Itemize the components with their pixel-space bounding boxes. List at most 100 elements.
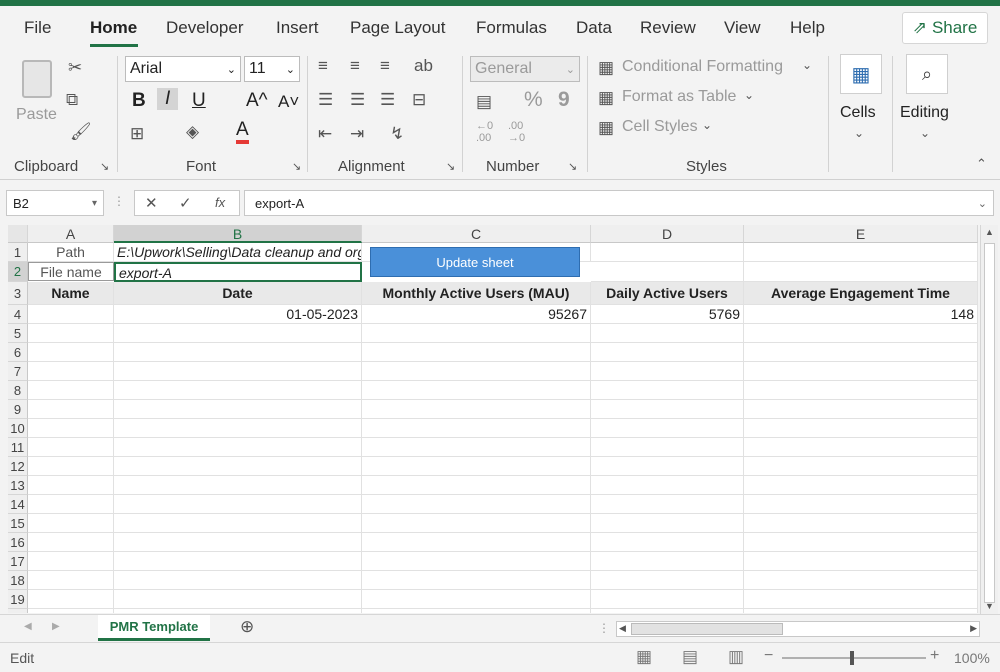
empty-cell[interactable] — [591, 457, 744, 476]
underline-button[interactable]: U — [192, 90, 206, 112]
empty-cell[interactable] — [114, 362, 362, 381]
scroll-thumb[interactable] — [984, 243, 995, 603]
font-launcher-icon[interactable]: ↘ — [292, 160, 301, 173]
empty-cell[interactable] — [362, 381, 591, 400]
row-header-1[interactable]: 1 — [8, 243, 28, 262]
empty-cell[interactable] — [744, 438, 978, 457]
row-header-10[interactable]: 10 — [8, 419, 28, 438]
clipboard-launcher-icon[interactable]: ↘ — [100, 160, 109, 173]
empty-cell[interactable] — [28, 419, 114, 438]
empty-cell[interactable] — [744, 590, 978, 609]
empty-cell[interactable] — [28, 609, 114, 613]
empty-cell[interactable] — [591, 362, 744, 381]
scroll-right-icon[interactable]: ▶ — [970, 623, 977, 634]
row-header-5[interactable]: 5 — [8, 324, 28, 343]
row-header-20[interactable]: 20 — [8, 609, 28, 613]
tab-formulas[interactable]: Formulas — [476, 18, 547, 38]
empty-cell[interactable] — [591, 438, 744, 457]
empty-cell[interactable] — [591, 262, 744, 282]
empty-cell[interactable] — [744, 495, 978, 514]
empty-cell[interactable] — [591, 514, 744, 533]
empty-cell[interactable] — [744, 362, 978, 381]
vertical-scrollbar[interactable]: ▲ ▼ — [980, 225, 998, 615]
empty-cell[interactable] — [362, 514, 591, 533]
tab-data[interactable]: Data — [576, 18, 612, 38]
header-mau[interactable]: Monthly Active Users (MAU) — [362, 282, 591, 305]
alignment-launcher-icon[interactable]: ↘ — [446, 160, 455, 173]
empty-cell[interactable] — [28, 571, 114, 590]
expand-formula-icon[interactable]: ⌄ — [978, 197, 987, 210]
empty-cell[interactable] — [744, 552, 978, 571]
empty-cell[interactable] — [28, 476, 114, 495]
horizontal-scrollbar[interactable]: ◀ ▶ — [616, 621, 980, 637]
font-name-select[interactable]: Arial ⌄ — [125, 56, 241, 82]
zoom-slider-thumb[interactable] — [850, 651, 854, 665]
empty-cell[interactable] — [28, 343, 114, 362]
header-date[interactable]: Date — [114, 282, 362, 305]
empty-cell[interactable] — [28, 305, 114, 324]
empty-cell[interactable] — [362, 362, 591, 381]
align-center-icon[interactable]: ☰ — [350, 90, 365, 110]
empty-cell[interactable] — [28, 514, 114, 533]
empty-cell[interactable] — [591, 495, 744, 514]
empty-cell[interactable] — [114, 381, 362, 400]
italic-button[interactable]: I — [157, 88, 179, 110]
row-header-4[interactable]: 4 — [8, 305, 28, 324]
zoom-slider[interactable] — [782, 651, 926, 665]
empty-cell[interactable] — [362, 609, 591, 613]
horizontal-scroll-thumb[interactable] — [631, 623, 783, 635]
page-layout-view-icon[interactable]: ▤ — [682, 647, 698, 667]
empty-cell[interactable] — [591, 571, 744, 590]
empty-cell[interactable] — [362, 324, 591, 343]
header-dau[interactable]: Daily Active Users — [591, 282, 744, 305]
column-header-b[interactable]: B — [114, 225, 362, 243]
scroll-left-icon[interactable]: ◀ — [619, 623, 626, 634]
borders-icon[interactable]: ⊞ — [130, 124, 144, 144]
empty-cell[interactable] — [362, 400, 591, 419]
row-header-6[interactable]: 6 — [8, 343, 28, 362]
cell-d4[interactable]: 5769 — [591, 305, 744, 324]
empty-cell[interactable] — [28, 552, 114, 571]
percent-button[interactable]: % — [524, 88, 543, 112]
font-size-select[interactable]: 11 ⌄ — [244, 56, 300, 82]
increase-decimal-button[interactable]: ←0 .00 — [476, 120, 493, 144]
cut-icon[interactable]: ✂ — [68, 58, 82, 78]
merge-center-icon[interactable]: ⊟ — [412, 90, 426, 110]
row-header-14[interactable]: 14 — [8, 495, 28, 514]
font-color-button[interactable]: A — [236, 120, 249, 144]
cell-c4[interactable]: 95267 — [362, 305, 591, 324]
number-launcher-icon[interactable]: ↘ — [568, 160, 577, 173]
align-right-icon[interactable]: ☰ — [380, 90, 395, 110]
tab-developer[interactable]: Developer — [166, 18, 244, 38]
empty-cell[interactable] — [114, 609, 362, 613]
empty-cell[interactable] — [362, 533, 591, 552]
cell-b4[interactable]: 01-05-2023 — [114, 305, 362, 324]
empty-cell[interactable] — [114, 476, 362, 495]
empty-cell[interactable] — [28, 381, 114, 400]
row-header-7[interactable]: 7 — [8, 362, 28, 381]
header-engagement[interactable]: Average Engagement Time — [744, 282, 978, 305]
empty-cell[interactable] — [744, 324, 978, 343]
empty-cell[interactable] — [744, 343, 978, 362]
tab-review[interactable]: Review — [640, 18, 696, 38]
decrease-indent-icon[interactable]: ⇤ — [318, 124, 332, 144]
empty-cell[interactable] — [28, 590, 114, 609]
cell-e4[interactable]: 148 — [744, 305, 978, 324]
prev-sheet-icon[interactable]: ◀ — [24, 621, 32, 632]
increase-font-button[interactable]: A^ — [246, 90, 268, 112]
empty-cell[interactable] — [591, 381, 744, 400]
empty-cell[interactable] — [744, 262, 978, 282]
row-header-19[interactable]: 19 — [8, 590, 28, 609]
align-top-icon[interactable]: ≡ — [318, 56, 328, 76]
empty-cell[interactable] — [28, 362, 114, 381]
empty-cell[interactable] — [114, 514, 362, 533]
row-header-18[interactable]: 18 — [8, 571, 28, 590]
empty-cell[interactable] — [744, 609, 978, 613]
column-header-e[interactable]: E — [744, 225, 978, 243]
zoom-out-icon[interactable]: − — [764, 647, 773, 665]
editing-button[interactable]: ⌕ Editing ⌄ — [900, 54, 956, 150]
empty-cell[interactable] — [744, 243, 978, 262]
decrease-font-button[interactable]: A˅ — [278, 92, 299, 112]
zoom-in-icon[interactable]: + — [930, 647, 939, 665]
empty-cell[interactable] — [591, 400, 744, 419]
